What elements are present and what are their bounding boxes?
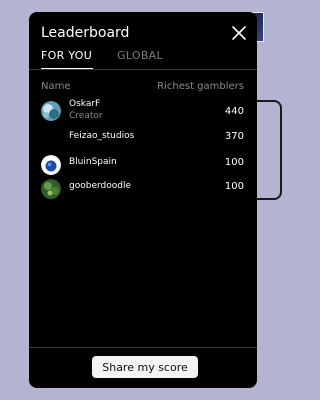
row-player-score: 100 — [224, 181, 244, 192]
column-headers: Name Richest gamblers — [41, 81, 244, 95]
leaderboard-title: Leaderboard — [41, 25, 130, 41]
tab-global[interactable]: GLOBAL — [117, 48, 163, 64]
footer-divider — [29, 347, 257, 348]
leaderboard-header: Leaderboard — [41, 23, 249, 47]
leaderboard-row[interactable]: BluinSpain 100 — [41, 152, 244, 178]
row-player-name: BluinSpain — [69, 157, 117, 167]
share-score-button[interactable]: Share my score — [92, 356, 198, 378]
row-player-role: Creator — [69, 111, 103, 121]
leaderboard-tabs: FOR YOU GLOBAL — [41, 48, 249, 70]
blue-ball-avatar — [41, 155, 61, 175]
close-icon — [232, 26, 246, 40]
background-card-outline — [256, 100, 282, 200]
close-button[interactable] — [229, 23, 249, 43]
green-avatar — [41, 179, 61, 199]
tabs-divider — [29, 69, 257, 70]
row-player-score: 370 — [224, 131, 244, 142]
row-player-name: Feizao_studios — [69, 131, 135, 141]
row-player-name: OskarF — [69, 99, 101, 109]
row-player-score: 100 — [224, 157, 244, 168]
landscape-avatar-image — [41, 101, 61, 121]
row-player-score: 440 — [224, 106, 244, 117]
green-avatar-image — [41, 179, 61, 199]
leaderboard-list: OskarF Creator 440 Feizao_studios 370 Bl… — [41, 98, 244, 204]
leaderboard-row[interactable]: gooberdoodle 100 — [41, 178, 244, 204]
leaderboard-row[interactable]: Feizao_studios 370 — [41, 126, 244, 152]
row-player-name: gooberdoodle — [69, 181, 131, 191]
leaderboard-row[interactable]: OskarF Creator 440 — [41, 98, 244, 126]
landscape-avatar — [41, 101, 61, 121]
column-header-name: Name — [41, 81, 71, 92]
column-header-score: Richest gamblers — [157, 81, 244, 92]
blue-ball-avatar-image — [41, 155, 61, 175]
leaderboard-panel: Leaderboard FOR YOU GLOBAL Name Richest … — [29, 12, 257, 388]
tab-for-you[interactable]: FOR YOU — [41, 48, 93, 69]
